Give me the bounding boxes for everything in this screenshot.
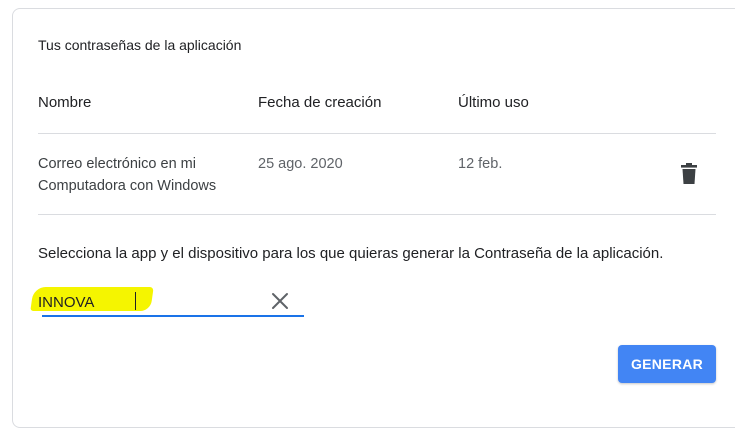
row-name-line1: Correo electrónico en mi <box>38 156 196 172</box>
generator-instructions: Selecciona la app y el dispositivo para … <box>38 245 664 262</box>
table-divider <box>38 133 716 134</box>
generate-button[interactable]: GENERAR <box>618 345 716 383</box>
row-created: 25 ago. 2020 <box>258 156 343 172</box>
row-name: Correo electrónico en mi Computadora con… <box>38 153 216 197</box>
row-name-line2: Computadora con Windows <box>38 178 217 194</box>
app-name-input[interactable] <box>38 291 258 313</box>
column-header-name: Nombre <box>38 94 92 111</box>
column-header-last-used: Último uso <box>458 94 529 111</box>
input-underline <box>42 315 304 317</box>
close-icon-svg <box>272 293 288 309</box>
table-divider-bottom <box>38 214 716 215</box>
column-header-created: Fecha de creación <box>258 94 382 111</box>
section-title: Tus contraseñas de la aplicación <box>38 37 242 53</box>
text-caret <box>135 292 136 310</box>
row-last-used: 12 feb. <box>458 156 503 172</box>
close-icon[interactable] <box>270 291 290 311</box>
app-name-field[interactable] <box>30 282 304 318</box>
trash-icon[interactable] <box>680 163 698 185</box>
trash-icon-svg <box>681 163 697 184</box>
